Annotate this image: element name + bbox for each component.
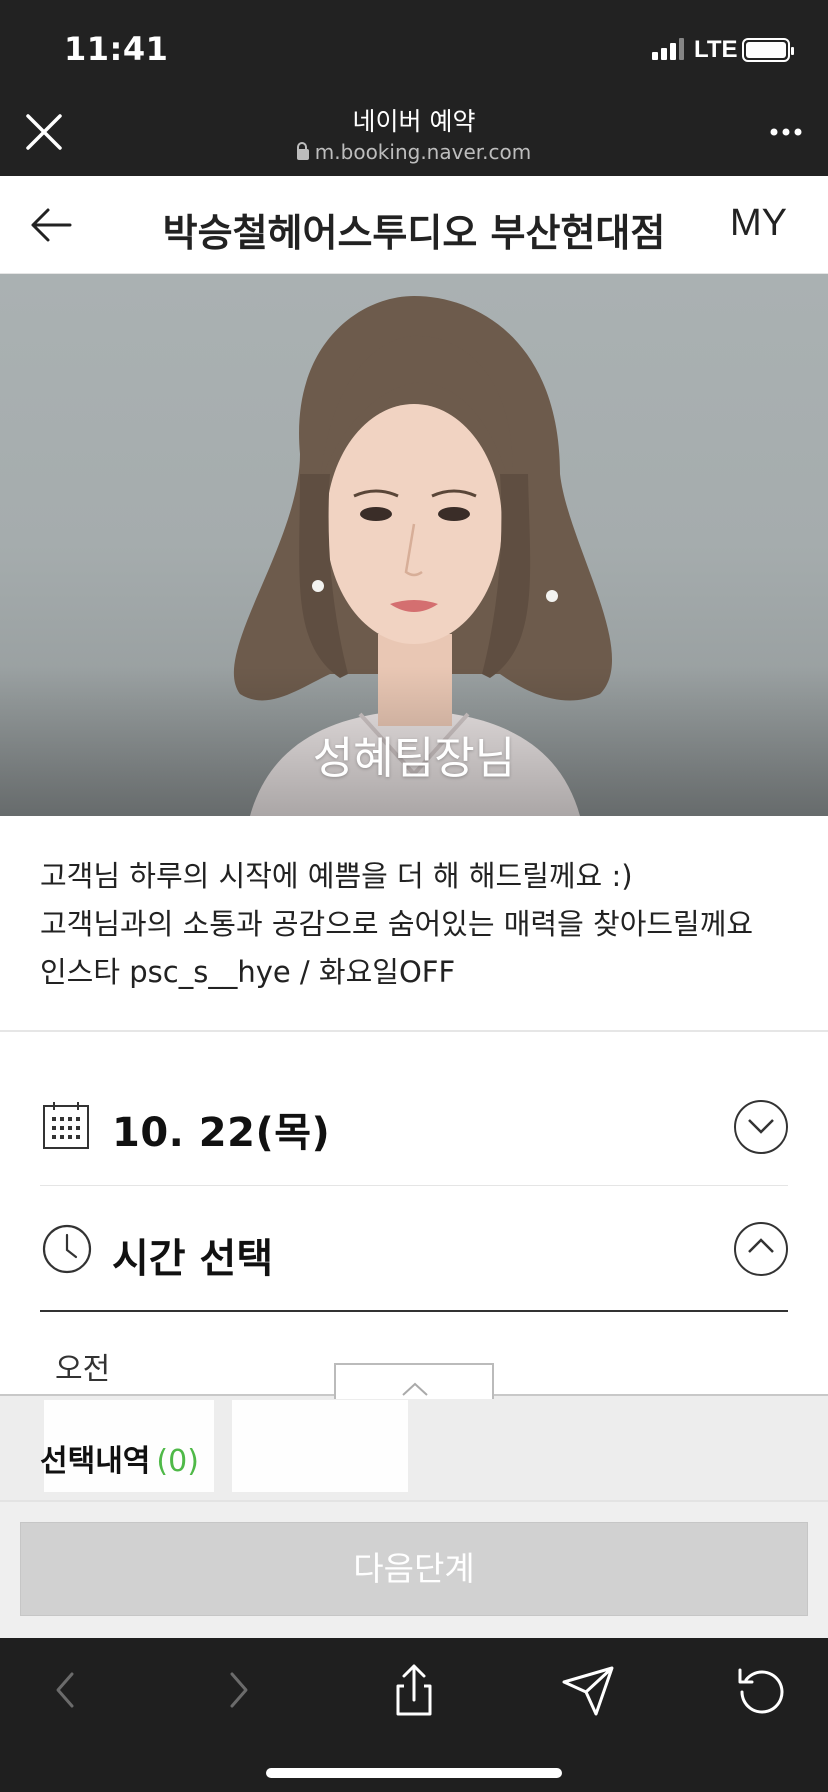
status-time: 11:41 [64, 30, 169, 68]
date-selector[interactable]: 10. 22(목) [40, 1066, 788, 1186]
status-bar: 11:41 LTE [0, 0, 828, 96]
time-selector[interactable]: 시간 선택 [40, 1186, 788, 1312]
selection-label: 선택내역 [40, 1444, 151, 1479]
clock-icon [42, 1224, 92, 1278]
site-url-text: m.booking.naver.com [314, 140, 532, 164]
signal-icon [652, 38, 684, 60]
browser-bar: 네이버 예약 m.booking.naver.com [0, 96, 828, 176]
selection-sheet: 선택내역 (0) 다음단계 [0, 1394, 828, 1638]
selected-date: 10. 22(목) [112, 1110, 331, 1156]
sheet-toggle[interactable] [334, 1363, 494, 1399]
lock-icon [296, 142, 309, 160]
period-label: 오전 [55, 1352, 111, 1387]
staff-description: 고객님 하루의 시작에 예쁨을 더 해 해드릴께요 :) 고객님과의 소통과 공… [0, 816, 828, 1032]
chevron-up-icon[interactable] [734, 1222, 788, 1276]
home-indicator [266, 1768, 562, 1778]
next-step-button[interactable]: 다음단계 [20, 1522, 808, 1616]
network-label: LTE [694, 36, 738, 63]
site-title: 네이버 예약 [352, 107, 476, 136]
chevron-down-icon[interactable] [734, 1100, 788, 1154]
staff-name: 성혜팀장님 [312, 733, 516, 784]
description-line: 인스타 psc_s__hye / 화요일OFF [40, 955, 456, 989]
my-button[interactable]: MY [730, 202, 787, 245]
site-url[interactable]: m.booking.naver.com [0, 140, 828, 164]
selection-summary: 선택내역 (0) [40, 1436, 199, 1480]
page-title: 박승철헤어스투디오 부산현대점 [162, 211, 666, 255]
share-icon[interactable] [384, 1660, 444, 1720]
browser-toolbar [0, 1636, 828, 1792]
app-header: 박승철헤어스투디오 부산현대점 MY [0, 176, 828, 274]
description-line: 고객님 하루의 시작에 예쁨을 더 해 해드릴께요 :) [40, 859, 633, 893]
selection-count: (0) [156, 1444, 199, 1479]
send-icon[interactable] [558, 1660, 618, 1720]
battery-icon [742, 38, 794, 62]
forward-icon[interactable] [208, 1660, 268, 1720]
refresh-icon[interactable] [732, 1660, 792, 1720]
description-line: 고객님과의 소통과 공감으로 숨어있는 매력을 찾아드릴께요 [40, 907, 754, 941]
calendar-icon [42, 1100, 90, 1154]
more-icon[interactable] [766, 120, 806, 144]
back-icon[interactable] [36, 1660, 96, 1720]
time-select-label: 시간 선택 [112, 1236, 274, 1282]
sheet-footer: 다음단계 [0, 1502, 828, 1638]
staff-photo: 성혜팀장님 [0, 274, 828, 816]
